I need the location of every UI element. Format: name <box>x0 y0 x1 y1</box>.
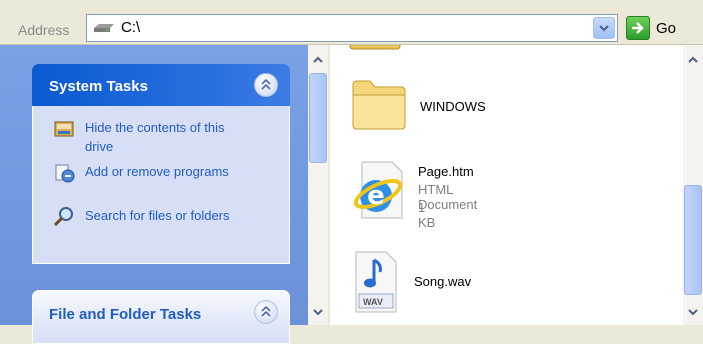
file-item-song-wav[interactable]: WAV Song.wav <box>350 250 471 319</box>
svg-text:e: e <box>367 181 385 211</box>
file-folder-tasks-title: File and Folder Tasks <box>49 306 202 323</box>
go-label: Go <box>656 19 677 37</box>
chevron-up-icon <box>313 56 323 63</box>
folder-icon <box>349 45 401 50</box>
collapse-file-folder-tasks-button[interactable] <box>254 300 278 324</box>
chevron-up-icon <box>261 306 271 317</box>
folder-icon <box>352 80 406 130</box>
internet-explorer-icon: e <box>353 161 403 219</box>
add-remove-programs-label: Add or remove programs <box>85 164 229 179</box>
file-list: WINDOWS e Page.htm HTML Document 1 KB WA… <box>330 45 683 325</box>
task-pane-scrollbar[interactable] <box>308 45 328 325</box>
search-files-link[interactable]: Search for files or folders <box>53 206 255 228</box>
chevron-down-icon <box>599 25 609 32</box>
drive-icon <box>94 24 114 32</box>
hide-contents-link[interactable]: Hide the contents of this drive <box>53 118 255 156</box>
file-name: WINDOWS <box>420 99 486 114</box>
wav-icon-label: WAV <box>363 297 383 307</box>
address-dropdown-button[interactable] <box>593 17 615 39</box>
search-icon <box>53 207 73 227</box>
file-folder-tasks-header[interactable]: File and Folder Tasks <box>32 290 290 344</box>
chevron-down-icon <box>688 309 698 316</box>
collapse-system-tasks-button[interactable] <box>254 73 278 97</box>
chevron-up-icon <box>261 79 271 90</box>
address-input[interactable]: C:\ <box>121 19 140 36</box>
go-arrow-icon <box>626 16 650 40</box>
hide-contents-label: Hide the contents of this drive <box>85 120 225 154</box>
search-files-label: Search for files or folders <box>85 208 230 223</box>
address-label: Address <box>18 22 70 38</box>
scroll-down-button[interactable] <box>309 303 327 321</box>
add-remove-programs-icon <box>55 164 75 183</box>
file-item-windows[interactable]: WINDOWS <box>350 75 486 136</box>
file-list-scrollbar[interactable] <box>683 45 703 325</box>
chevron-down-icon <box>313 309 323 316</box>
scroll-thumb[interactable] <box>309 73 327 163</box>
task-pane: System Tasks Hide the contents of this d… <box>0 45 308 344</box>
file-name: Song.wav <box>414 274 472 289</box>
go-button[interactable]: Go <box>626 16 698 40</box>
address-field[interactable]: C:\ <box>86 14 618 42</box>
file-name: Page.htm <box>418 164 474 179</box>
address-bar: Address C:\ Go <box>0 0 703 45</box>
scroll-thumb[interactable] <box>684 185 702 295</box>
system-tasks-title: System Tasks <box>49 78 148 95</box>
scroll-up-button[interactable] <box>684 51 702 69</box>
file-size: 1 KB <box>418 200 436 230</box>
add-remove-programs-link[interactable]: Add or remove programs <box>53 162 255 184</box>
system-tasks-panel: System Tasks Hide the contents of this d… <box>32 64 290 344</box>
system-tasks-header[interactable]: System Tasks <box>32 64 290 106</box>
hide-contents-icon <box>54 121 74 137</box>
scroll-down-button[interactable] <box>684 303 702 321</box>
scroll-up-button[interactable] <box>309 51 327 69</box>
file-item-page-htm[interactable]: e Page.htm HTML Document 1 KB <box>350 160 477 230</box>
system-tasks-body: Hide the contents of this drive Add or r… <box>32 106 290 264</box>
chevron-up-icon <box>688 56 698 63</box>
